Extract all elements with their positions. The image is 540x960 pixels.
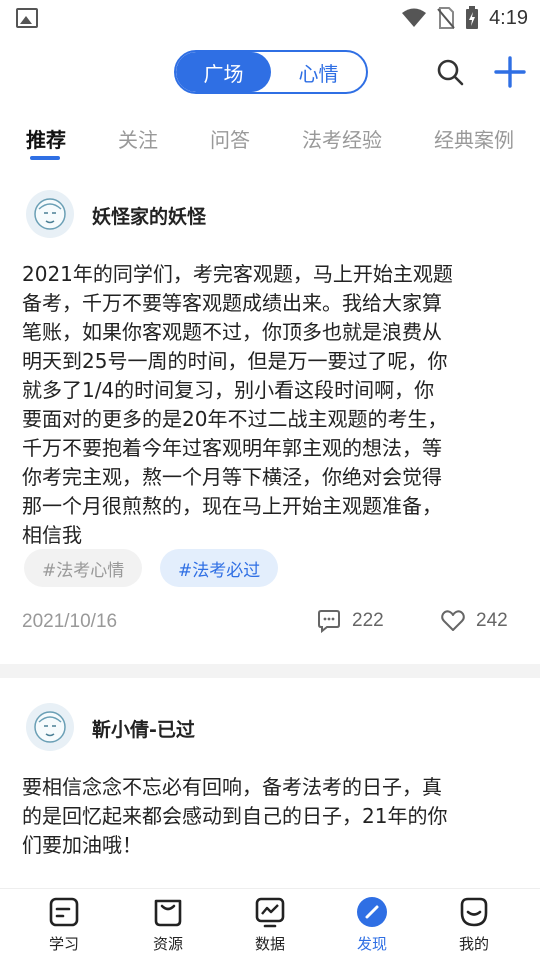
nav-data[interactable]: 数据	[230, 895, 310, 954]
add-post-icon[interactable]	[494, 56, 526, 88]
segment-mood[interactable]: 心情	[271, 52, 366, 92]
post-line: 们要加油哦！	[22, 833, 142, 857]
like-button[interactable]: 242	[440, 608, 508, 634]
status-icons: 4:19	[401, 6, 528, 30]
post-line: 就多了1/4的时间复习，别小看这段时间啊，你	[22, 378, 435, 402]
post-line: 笔账，如果你客观题不过，你顶多也就是浪费从	[22, 320, 442, 344]
post-line: 备考，千万不要等客观题成绩出来。我给大家算	[22, 291, 442, 315]
post-line: 你考完主观，熬一个月等下横泾，你绝对会觉得	[22, 465, 442, 489]
post-line: 要面对的更多的是20年不过二战主观题的考生，	[22, 407, 448, 431]
post-date: 2021/10/16	[22, 611, 118, 632]
avatar-face-icon	[34, 711, 66, 743]
battery-charging-icon	[466, 6, 479, 29]
top-bar: 广场 心情	[0, 44, 540, 100]
author-name[interactable]: 靳小倩-已过	[92, 715, 195, 742]
tab-qa[interactable]: 问答	[210, 124, 250, 153]
post-text: 2021年的同学们，考完客观题，马上开始主观题 备考，千万不要等客观题成绩出来。…	[22, 260, 522, 550]
tag-exam-mood[interactable]: #法考心情	[24, 549, 143, 587]
tab-exam-experience[interactable]: 法考经验	[302, 124, 382, 153]
nav-label: 发现	[356, 935, 387, 953]
post-line: 相信我	[22, 523, 82, 547]
profile-icon	[460, 897, 488, 927]
post-line: 千万不要抱着今年过客观明年郭主观的想法，等	[22, 436, 442, 460]
post-line: 明天到25号一周的时间，但是万一要过了呢，你	[22, 349, 448, 373]
post-line: 2021年的同学们，考完客观题，马上开始主观题	[22, 262, 453, 286]
category-tabs: 推荐 关注 问答 法考经验 经典案例	[0, 116, 540, 164]
study-icon	[49, 897, 79, 927]
post-line: 的是回忆起来都会感动到自己的日子，21年的你	[22, 804, 448, 828]
nav-profile[interactable]: 我的	[434, 895, 514, 954]
post-line: 那一个月很煎熬的，现在马上开始主观题准备，	[22, 494, 442, 518]
comment-count: 222	[352, 610, 384, 631]
nav-study[interactable]: 学习	[24, 895, 104, 954]
status-bar: 4:19	[0, 0, 540, 36]
nav-label: 数据	[254, 935, 285, 953]
tag-exam-pass[interactable]: #法考必过	[160, 549, 279, 587]
status-time: 4:19	[489, 6, 528, 29]
post-divider	[0, 664, 540, 678]
nav-resources[interactable]: 资源	[128, 895, 208, 954]
segmented-control: 广场 心情	[174, 50, 368, 94]
author-name[interactable]: 妖怪家的妖怪	[92, 202, 206, 229]
nav-label: 资源	[152, 935, 183, 953]
tab-indicator	[30, 156, 60, 160]
tab-follow[interactable]: 关注	[118, 124, 158, 153]
discover-icon	[357, 897, 387, 927]
nav-label: 我的	[458, 935, 489, 953]
no-sim-icon	[437, 7, 455, 29]
post-text: 要相信念念不忘必有回响，备考法考的日子，真 的是回忆起来都会感动到自己的日子，2…	[22, 773, 522, 860]
avatar[interactable]	[26, 190, 74, 238]
tab-classic-cases[interactable]: 经典案例	[434, 124, 514, 153]
avatar-face-icon	[34, 198, 66, 230]
comment-icon	[318, 610, 340, 634]
nav-label: 学习	[48, 935, 79, 953]
photo-notification-icon	[16, 8, 38, 28]
data-icon	[255, 897, 285, 928]
bottom-nav: 学习 资源 数据 发现 我的	[0, 888, 540, 960]
wifi-icon	[402, 8, 427, 27]
search-icon[interactable]	[436, 58, 464, 86]
segment-square[interactable]: 广场	[176, 52, 271, 92]
nav-discover[interactable]: 发现	[332, 895, 412, 954]
resources-icon	[154, 899, 182, 927]
tab-recommend[interactable]: 推荐	[26, 124, 66, 153]
like-count: 242	[476, 610, 508, 631]
comment-button[interactable]: 222	[316, 608, 384, 634]
heart-icon	[441, 610, 465, 631]
post-line: 要相信念念不忘必有回响，备考法考的日子，真	[22, 775, 442, 799]
avatar[interactable]	[26, 703, 74, 751]
